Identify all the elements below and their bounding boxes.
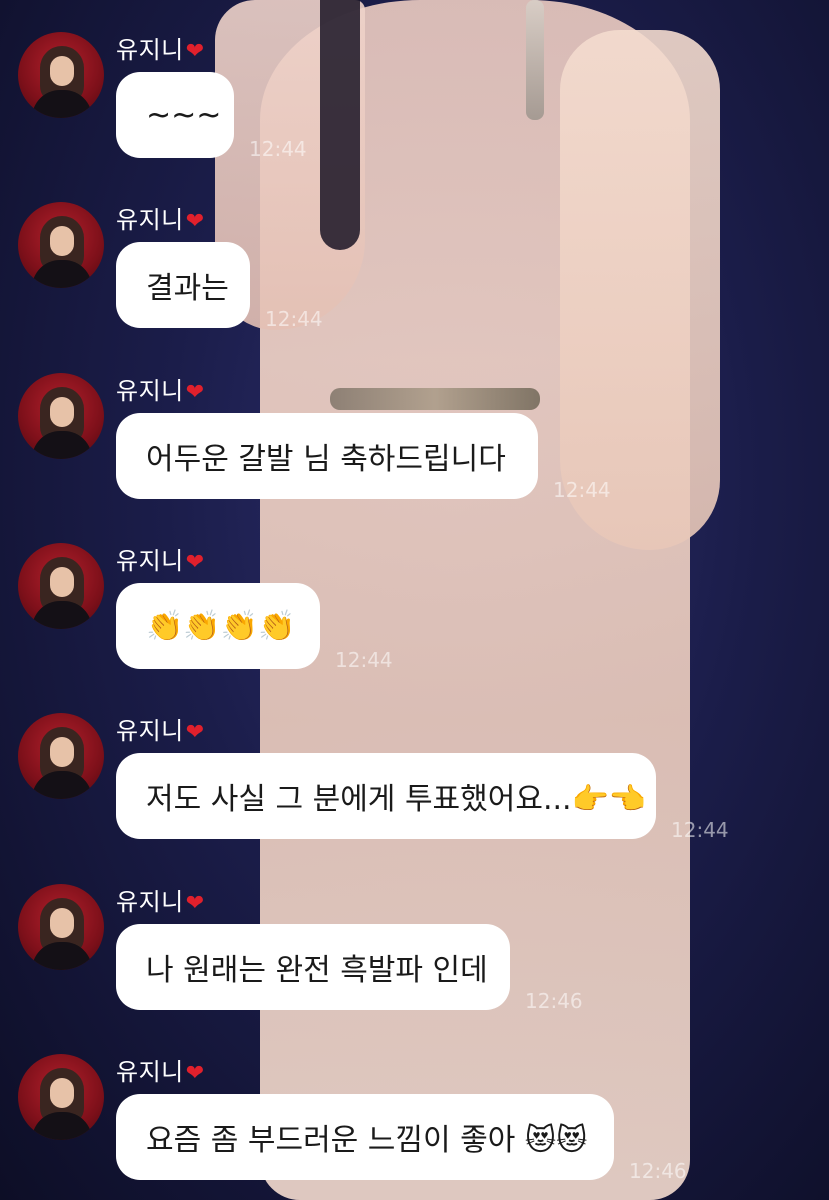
heart-icon: ❤ <box>185 1061 205 1086</box>
message-bubble[interactable]: 결과는 <box>116 242 250 328</box>
message-row: 유지니❤ 👏👏👏👏 12:44 <box>0 511 829 681</box>
sender-name-text: 유지니 <box>116 206 184 234</box>
avatar[interactable] <box>18 202 104 288</box>
heart-icon: ❤ <box>185 720 205 745</box>
message-bubble[interactable]: 요즘 좀 부드러운 느낌이 좋아 😻😻 <box>116 1094 614 1180</box>
avatar[interactable] <box>18 1054 104 1140</box>
chat-list[interactable]: 유지니❤ ~~~ 12:44 유지니❤ 결과는 12:44 유지니❤ 어두운 갈… <box>0 0 829 1200</box>
heart-icon: ❤ <box>185 380 205 405</box>
message-time: 12:44 <box>335 648 393 672</box>
message-row: 유지니❤ ~~~ 12:44 <box>0 0 829 170</box>
sender-name: 유지니❤ <box>116 200 205 235</box>
message-bubble[interactable]: 👏👏👏👏 <box>116 583 320 669</box>
avatar[interactable] <box>18 713 104 799</box>
sender-name-text: 유지니 <box>116 717 184 745</box>
sender-name-text: 유지니 <box>116 36 184 64</box>
sender-name: 유지니❤ <box>116 30 205 65</box>
sender-name-text: 유지니 <box>116 888 184 916</box>
sender-name-text: 유지니 <box>116 1058 184 1086</box>
message-time: 12:46 <box>629 1159 687 1183</box>
avatar[interactable] <box>18 32 104 118</box>
message-time: 12:44 <box>671 818 729 842</box>
avatar[interactable] <box>18 373 104 459</box>
avatar[interactable] <box>18 543 104 629</box>
avatar[interactable] <box>18 884 104 970</box>
message-time: 12:46 <box>525 989 583 1013</box>
message-row: 유지니❤ 어두운 갈발 님 축하드립니다 12:44 <box>0 341 829 511</box>
heart-icon: ❤ <box>185 209 205 234</box>
sender-name-text: 유지니 <box>116 377 184 405</box>
sender-name: 유지니❤ <box>116 371 205 406</box>
message-bubble[interactable]: 나 원래는 완전 흑발파 인데 <box>116 924 510 1010</box>
sender-name: 유지니❤ <box>116 882 205 917</box>
message-row: 유지니❤ 요즘 좀 부드러운 느낌이 좋아 😻😻 12:46 <box>0 1022 829 1192</box>
message-row: 유지니❤ 저도 사실 그 분에게 투표했어요...👉👈 12:44 <box>0 681 829 851</box>
sender-name: 유지니❤ <box>116 1052 205 1087</box>
message-bubble[interactable]: 저도 사실 그 분에게 투표했어요...👉👈 <box>116 753 656 839</box>
message-row: 유지니❤ 결과는 12:44 <box>0 170 829 340</box>
message-time: 12:44 <box>249 137 307 161</box>
heart-icon: ❤ <box>185 39 205 64</box>
sender-name: 유지니❤ <box>116 541 205 576</box>
message-row: 유지니❤ 나 원래는 완전 흑발파 인데 12:46 <box>0 852 829 1022</box>
message-bubble[interactable]: 어두운 갈발 님 축하드립니다 <box>116 413 538 499</box>
heart-icon: ❤ <box>185 891 205 916</box>
message-bubble[interactable]: ~~~ <box>116 72 234 158</box>
sender-name: 유지니❤ <box>116 711 205 746</box>
message-time: 12:44 <box>553 478 611 502</box>
sender-name-text: 유지니 <box>116 547 184 575</box>
message-time: 12:44 <box>265 307 323 331</box>
heart-icon: ❤ <box>185 550 205 575</box>
